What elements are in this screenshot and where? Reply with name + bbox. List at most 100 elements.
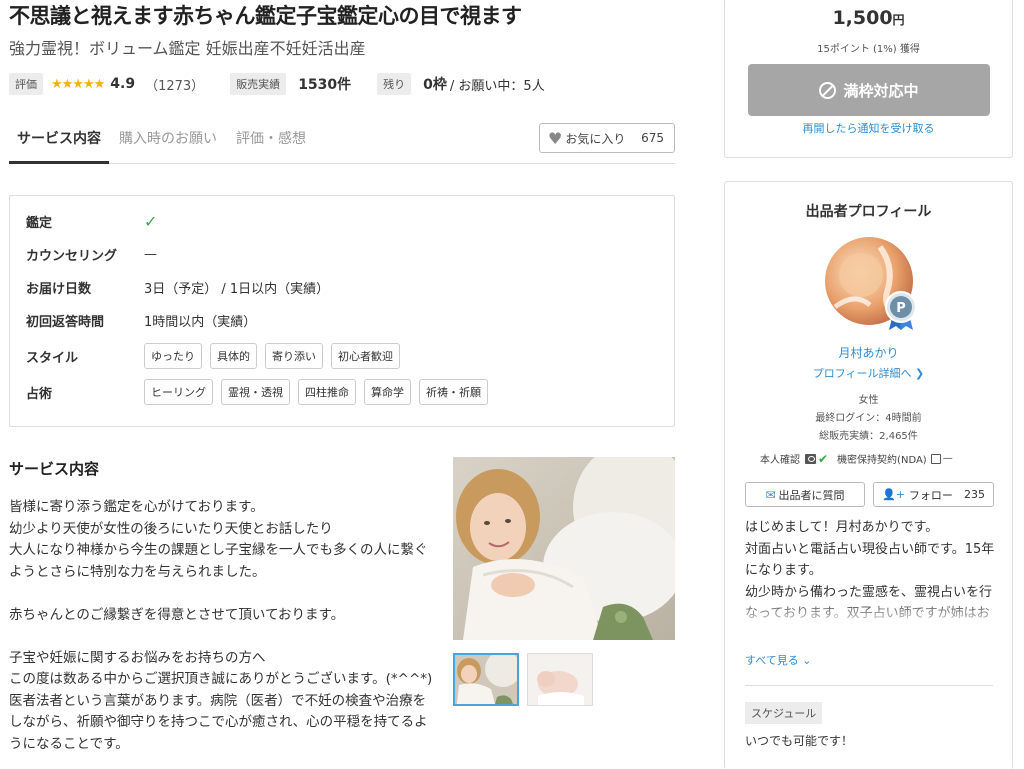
points-earned: 15ポイント (1%) 獲得 [817, 44, 920, 55]
follow-label: フォロー [908, 488, 953, 502]
remaining-sub: / お願い中：5人 [449, 78, 545, 94]
follow-count: 235 [964, 488, 985, 501]
service-description: 皆様に寄り添う鑑定を心がけております。 幼少より天使が女性の後ろにいたり天使とお… [9, 497, 434, 755]
description-line: この度は数ある中からご選択頂き誠にありがとうございます。(*^^*) [9, 671, 433, 687]
verification-status: 本人確認 ✔ 機密保持契約(NDA) — [760, 451, 953, 467]
rating-count[interactable]: （1273） [145, 75, 204, 94]
sales-value: 1530件 [298, 77, 352, 93]
ban-icon [819, 81, 837, 99]
divination-chip[interactable]: 霊視・透視 [221, 379, 290, 405]
favorite-button[interactable]: ♥ お気に入り 675 [539, 123, 675, 153]
style-chip[interactable]: 初心者歓迎 [331, 343, 400, 369]
profile-detail-link[interactable]: プロフィール詳細へ ❯ [725, 365, 1012, 381]
service-main-image[interactable] [453, 457, 675, 640]
seller-profile-card: 出品者プロフィール P 月村あかり プロフィール詳細へ ❯ 女性 最終ログイン：… [724, 181, 1013, 769]
divination-chip[interactable]: 祈祷・祈願 [419, 379, 488, 405]
thumbnail-1[interactable] [453, 653, 519, 706]
seller-name-link[interactable]: 月村あかり [725, 344, 1012, 361]
style-chips: ゆったり 具体的 寄り添い 初心者歓迎 [144, 343, 408, 369]
description-line: 大人になり神様から今生の課題とし子宝縁を一人でも多くの人に繋ぐようとさらに特別な… [9, 542, 428, 580]
see-all-link[interactable]: すべて見る ⌄ [745, 652, 812, 668]
check-icon: ✓ [144, 212, 158, 231]
description-line: 子宝や妊娠に関するお悩みをお持ちの方へ [9, 649, 266, 666]
price-currency: 円 [892, 13, 905, 27]
service-subtitle: 強力霊視！ボリューム鑑定 妊娠出産不妊妊活出産 [9, 39, 366, 58]
info-key: お届け日数 [26, 282, 92, 297]
remaining-value: 0枠 [423, 77, 447, 93]
thumbnail-2[interactable] [527, 653, 593, 706]
tab-service-content[interactable]: サービス内容 [17, 128, 101, 148]
bio-line: 対面占いと電話占い現役占い師です。15年になります。 [745, 541, 995, 579]
schedule-text: いつでも可能です！ [745, 734, 854, 748]
info-value: — [144, 247, 157, 262]
info-row-response-time: 初回返答時間 1時間以内（実績） [26, 311, 256, 330]
price-value: 1,500 [832, 7, 893, 29]
info-key: スタイル [26, 350, 79, 366]
divination-chip[interactable]: ヒーリング [144, 379, 213, 405]
remaining-label: 残り [377, 73, 412, 95]
style-chip[interactable]: 具体的 [210, 343, 257, 369]
profile-title: 出品者プロフィール [805, 204, 932, 220]
check-icon: ✔ [818, 451, 829, 466]
info-row-appraisal: 鑑定 ✓ [26, 212, 157, 231]
description-line: 赤ちゃんとのご縁繋ぎを得意とさせて頂いております。 [9, 606, 345, 623]
info-key: 初回返答時間 [26, 315, 105, 330]
service-title: 不思議と視えます赤ちゃん鑑定子宝鑑定心の目で視ます [9, 4, 522, 28]
rating-label: 評価 [9, 73, 43, 95]
bio-line: はじめまして！月村あかりです。 [745, 520, 939, 535]
info-key: 鑑定 [26, 216, 53, 231]
nda-label: 機密保持契約(NDA) [837, 455, 927, 466]
schedule-label: スケジュール [745, 702, 823, 724]
info-row-delivery: お届け日数 3日（予定） / 1日以内（実績） [26, 278, 329, 297]
divination-chip[interactable]: 四柱推命 [298, 379, 356, 405]
info-value: 1時間以内（実績） [144, 315, 257, 330]
info-row-style: スタイル ゆったり 具体的 寄り添い 初心者歓迎 [26, 343, 408, 369]
description-title: サービス内容 [9, 460, 100, 478]
ask-seller-label: 出品者に質問 [778, 488, 845, 502]
service-tabs: サービス内容 購入時のお願い 評価・感想 ♥ お気に入り 675 [9, 118, 675, 164]
bio-fade-overlay [745, 600, 997, 628]
user-plus-icon: 👤+ [882, 488, 905, 501]
tab-purchase-request[interactable]: 購入時のお願い [119, 128, 217, 148]
platinum-rank-badge-icon: P [883, 290, 919, 330]
description-line: 幼少より天使が女性の後ろにいたり天使とお話したり [9, 520, 333, 537]
document-icon [930, 453, 941, 464]
sales-label: 販売実績 [230, 73, 287, 95]
favorite-count: 675 [641, 131, 664, 145]
info-value: 3日（予定） / 1日以内（実績） [144, 282, 330, 297]
price: 1,500円 [725, 7, 1012, 29]
divider [745, 685, 993, 686]
description-line [9, 626, 434, 648]
info-row-divination: 占術 ヒーリング 霊視・透視 四柱推命 算命学 祈祷・祈願 [26, 379, 496, 405]
divination-chips: ヒーリング 霊視・透視 四柱推命 算命学 祈祷・祈願 [144, 379, 496, 405]
style-chip[interactable]: 寄り添い [265, 343, 323, 369]
nda-value: — [942, 453, 953, 464]
follow-button[interactable]: 👤+ フォロー 235 [873, 482, 994, 507]
description-line [9, 583, 434, 605]
tab-reviews[interactable]: 評価・感想 [236, 128, 306, 148]
svg-text:P: P [896, 301, 906, 316]
seller-last-login: 最終ログイン：4時間前 [815, 413, 922, 424]
rating-value: 4.9 [110, 76, 136, 92]
purchase-card: 1,500円 15ポイント (1%) 獲得 満枠対応中 再開したら通知を受け取る [724, 0, 1013, 158]
full-capacity-button[interactable]: 満枠対応中 [748, 64, 990, 116]
active-tab-indicator [9, 161, 109, 164]
description-line: 皆様に寄り添う鑑定を心がけております。 [9, 499, 264, 515]
service-stats: 評価 ★★★★★ 4.9 （1273） 販売実績 1530件 残り 0枠 / お… [9, 73, 545, 95]
mail-icon: ✉ [765, 487, 776, 502]
style-chip[interactable]: ゆったり [144, 343, 202, 369]
seller-gender: 女性 [858, 395, 879, 406]
full-capacity-label: 満枠対応中 [843, 81, 919, 100]
info-key: カウンセリング [26, 249, 118, 264]
divination-chip[interactable]: 算命学 [364, 379, 411, 405]
seller-total-sales: 総販売実績：2,465件 [819, 431, 918, 442]
star-rating-icon: ★★★★★ [51, 76, 105, 92]
service-info-box: 鑑定 ✓ カウンセリング — お届け日数 3日（予定） / 1日以内（実績） 初… [9, 195, 675, 427]
identity-label: 本人確認 [760, 455, 800, 466]
favorite-label: お気に入り [565, 131, 626, 146]
heart-icon: ♥ [548, 128, 563, 148]
id-card-icon [805, 453, 816, 464]
notify-on-reopen-link[interactable]: 再開したら通知を受け取る [725, 120, 1012, 136]
description-line: 医者法者という言葉があります。病院（医者）で不妊の検査や治療をしながら、祈願や御… [9, 692, 428, 752]
ask-seller-button[interactable]: ✉ 出品者に質問 [745, 482, 865, 507]
